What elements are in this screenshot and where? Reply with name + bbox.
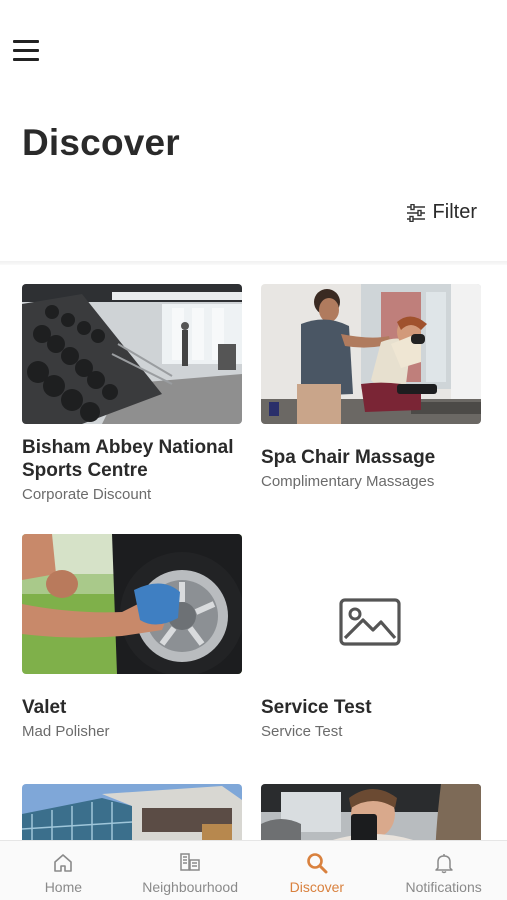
header: Discover Filter [0,0,507,262]
nav-label: Neighbourhood [142,879,238,895]
service-card[interactable]: Bisham Abbey National Sports Centre Corp… [22,284,242,503]
service-card[interactable]: Service Test Service Test [261,534,481,740]
nav-label: Home [44,879,83,895]
search-icon [307,853,328,874]
card-title: Bisham Abbey National Sports Centre [22,437,234,481]
filter-label: Filter [432,201,477,223]
nav-item-neighbourhood[interactable]: Neighbourhood [127,841,254,900]
header-divider [0,261,507,265]
card-subtitle: Mad Polisher [22,723,110,740]
bell-icon [434,854,453,874]
card-title: Service Test [261,697,372,718]
card-title: Valet [22,697,67,718]
filter-button[interactable]: Filter [406,201,477,224]
card-subtitle: Corporate Discount [22,486,152,503]
image-placeholder [261,534,481,674]
hamburger-menu-icon[interactable] [13,38,41,64]
sliders-icon [406,203,425,222]
nav-label: Notifications [405,879,482,895]
service-card[interactable]: Spa Chair Massage Complimentary Massages [261,284,481,490]
page-title: Discover [22,122,180,163]
image-placeholder-icon [261,534,481,674]
neighbourhood-icon [180,853,200,871]
card-title: Spa Chair Massage [261,447,436,468]
bottom-navigation: Home Neighbourhood Discover Notification… [0,840,507,900]
nav-item-home[interactable]: Home [0,841,127,900]
home-icon [54,854,73,872]
nav-item-discover[interactable]: Discover [254,841,381,900]
nav-label: Discover [289,879,345,895]
chair-massage-photo [261,284,481,424]
card-subtitle: Service Test [261,723,343,740]
gym-dumbbell-rack-photo [22,284,242,424]
nav-item-notifications[interactable]: Notifications [380,841,507,900]
car-wheel-polishing-photo [22,534,242,674]
service-card[interactable]: Valet Mad Polisher [22,534,242,740]
card-subtitle: Complimentary Massages [261,473,435,490]
